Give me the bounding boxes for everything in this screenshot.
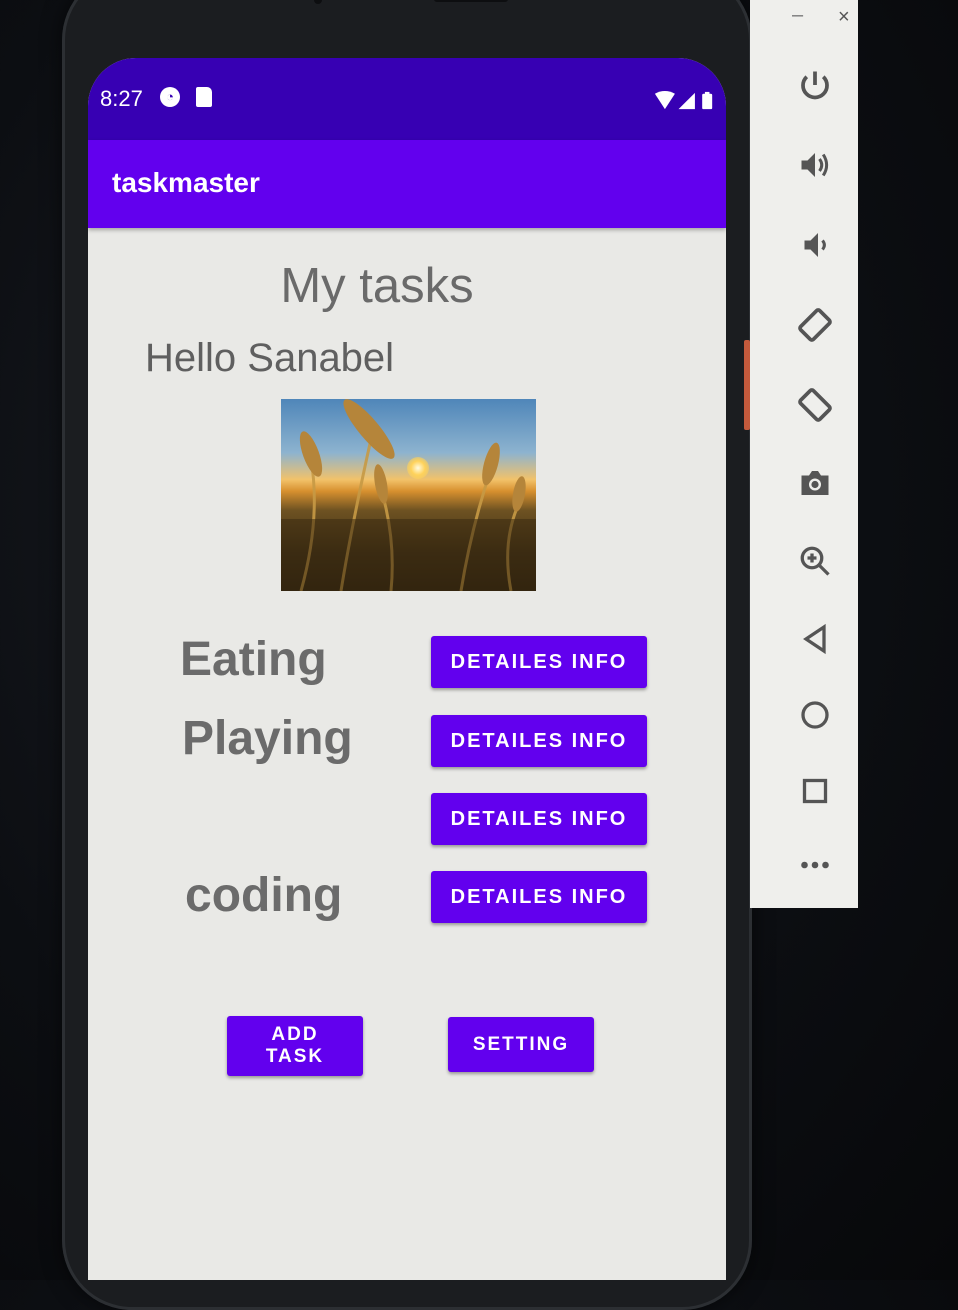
front-camera <box>314 0 322 4</box>
power-icon[interactable] <box>792 62 838 108</box>
task-label-eating: Eating <box>180 633 327 686</box>
task-label-playing: Playing <box>182 712 353 765</box>
status-bar: 8:27 ◔ <box>88 58 726 140</box>
rotate-left-icon[interactable] <box>792 302 838 348</box>
wheat-field-image <box>281 399 536 591</box>
emulator-toolbar: – × <box>750 0 858 908</box>
greeting-text: Hello Sanabel <box>145 336 395 380</box>
rotate-right-icon[interactable] <box>792 382 838 428</box>
status-time: 8:27 <box>100 86 143 111</box>
volume-up-icon[interactable] <box>792 142 838 188</box>
overview-icon[interactable] <box>792 768 838 814</box>
camera-icon[interactable] <box>792 460 838 506</box>
details-info-button-3[interactable]: DETAILES INFO <box>431 793 647 845</box>
details-info-button-coding[interactable]: DETAILES INFO <box>431 871 647 923</box>
app-title: taskmaster <box>112 167 260 198</box>
page-title: My tasks <box>280 259 474 313</box>
home-icon[interactable] <box>792 692 838 738</box>
details-info-button-playing[interactable]: DETAILES INFO <box>431 715 647 767</box>
sd-card-icon <box>196 87 212 107</box>
back-icon[interactable] <box>792 616 838 662</box>
task-label-coding: coding <box>185 869 343 922</box>
toolbar-titlebar: – × <box>750 0 858 38</box>
details-info-button-eating[interactable]: DETAILES INFO <box>431 636 647 688</box>
minimize-button[interactable]: – <box>792 4 803 27</box>
add-task-button[interactable]: ADD TASK <box>227 1016 363 1076</box>
status-indicators-icon <box>654 91 713 110</box>
setting-button[interactable]: SETTING <box>448 1017 594 1072</box>
volume-down-icon[interactable] <box>792 222 838 268</box>
app-bar: taskmaster <box>88 140 726 228</box>
app-screen: 8:27 ◔ taskmaster My tasks Hello Sanabel <box>88 58 726 1280</box>
notification-icon: ◔ <box>160 87 180 107</box>
more-icon[interactable] <box>792 842 838 888</box>
earpiece-speaker <box>434 0 508 2</box>
close-button[interactable]: × <box>838 6 850 29</box>
zoom-icon[interactable] <box>792 538 838 584</box>
